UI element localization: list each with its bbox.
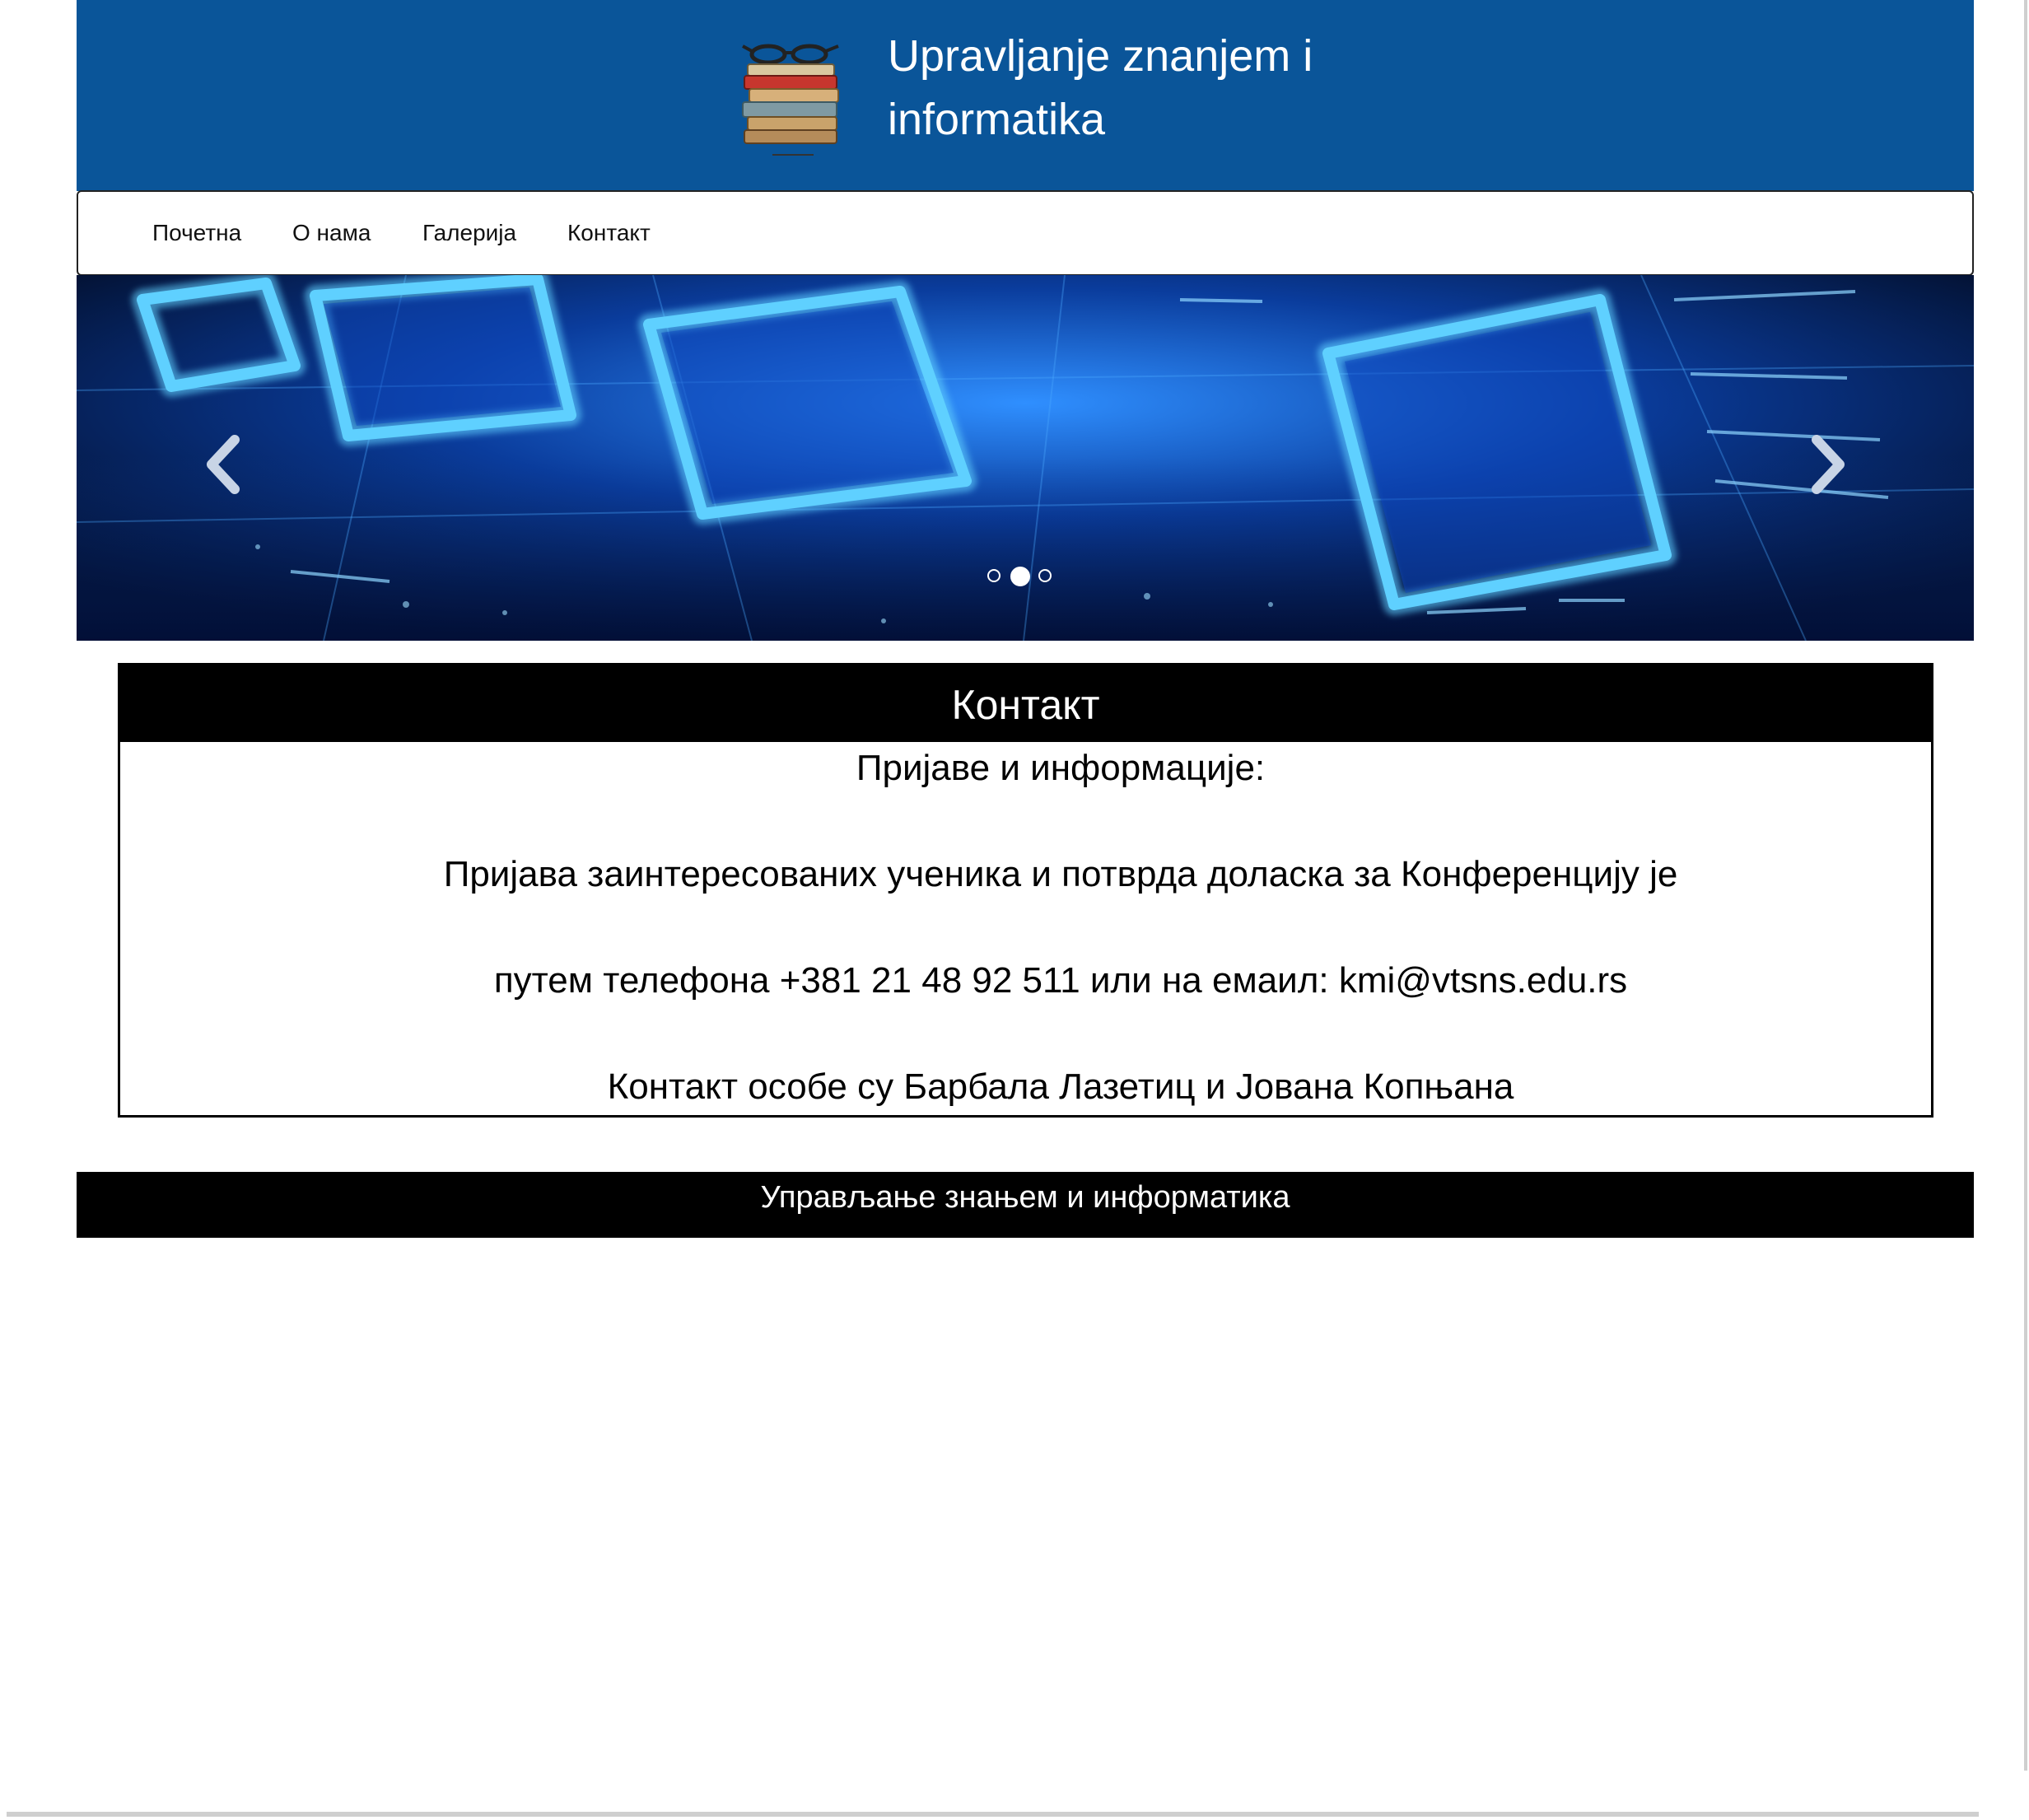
contact-panel: Контакт Пријаве и информације: Пријава з… <box>118 663 1933 1118</box>
contact-heading: Контакт <box>120 665 1931 742</box>
carousel-next-button[interactable] <box>1802 432 1851 497</box>
contact-line-applications: Пријаве и информације: <box>856 748 1266 788</box>
image-carousel <box>77 275 1974 641</box>
nav-item-pocetna[interactable]: Почетна <box>152 220 241 246</box>
contact-line-phone-email: путем телефона +381 21 48 92 511 или на … <box>493 960 1628 1001</box>
site-header: Upravljanje znanjem i informatika <box>77 0 1974 191</box>
horizontal-scrollbar[interactable] <box>7 1812 1979 1817</box>
nav-item-o-nama[interactable]: О нама <box>292 220 371 246</box>
nav-item-kontakt[interactable]: Контакт <box>567 220 651 246</box>
contact-line-registration: Пријава заинтересованих ученика и потврд… <box>443 854 1678 894</box>
contact-line-persons: Контакт особе су Барбала Лазетиц и Јован… <box>607 1066 1514 1107</box>
carousel-indicator-2[interactable] <box>1010 567 1030 586</box>
book-stack-with-glasses-icon[interactable] <box>739 40 847 159</box>
carousel-indicator-3[interactable] <box>1038 569 1052 582</box>
site-title-line1: Upravljanje znanjem i <box>888 31 1313 81</box>
vertical-scrollbar[interactable] <box>2024 0 2027 1771</box>
site-title-line2: informatika <box>888 95 1106 144</box>
chevron-left-icon <box>207 435 240 494</box>
navbar: Почетна О нама Галерија Контакт <box>77 190 1974 276</box>
carousel-indicators <box>987 563 1070 588</box>
carousel-prev-button[interactable] <box>200 432 250 497</box>
chevron-right-icon <box>1812 435 1845 494</box>
carousel-indicator-1[interactable] <box>987 569 1001 582</box>
site-footer: Управљање знањем и информатика <box>77 1172 1974 1238</box>
page: Upravljanje znanjem i informatika Почетн… <box>0 0 2029 1820</box>
nav-item-galerija[interactable]: Галерија <box>422 220 516 246</box>
site-title: Upravljanje znanjem i informatika <box>888 25 1382 152</box>
